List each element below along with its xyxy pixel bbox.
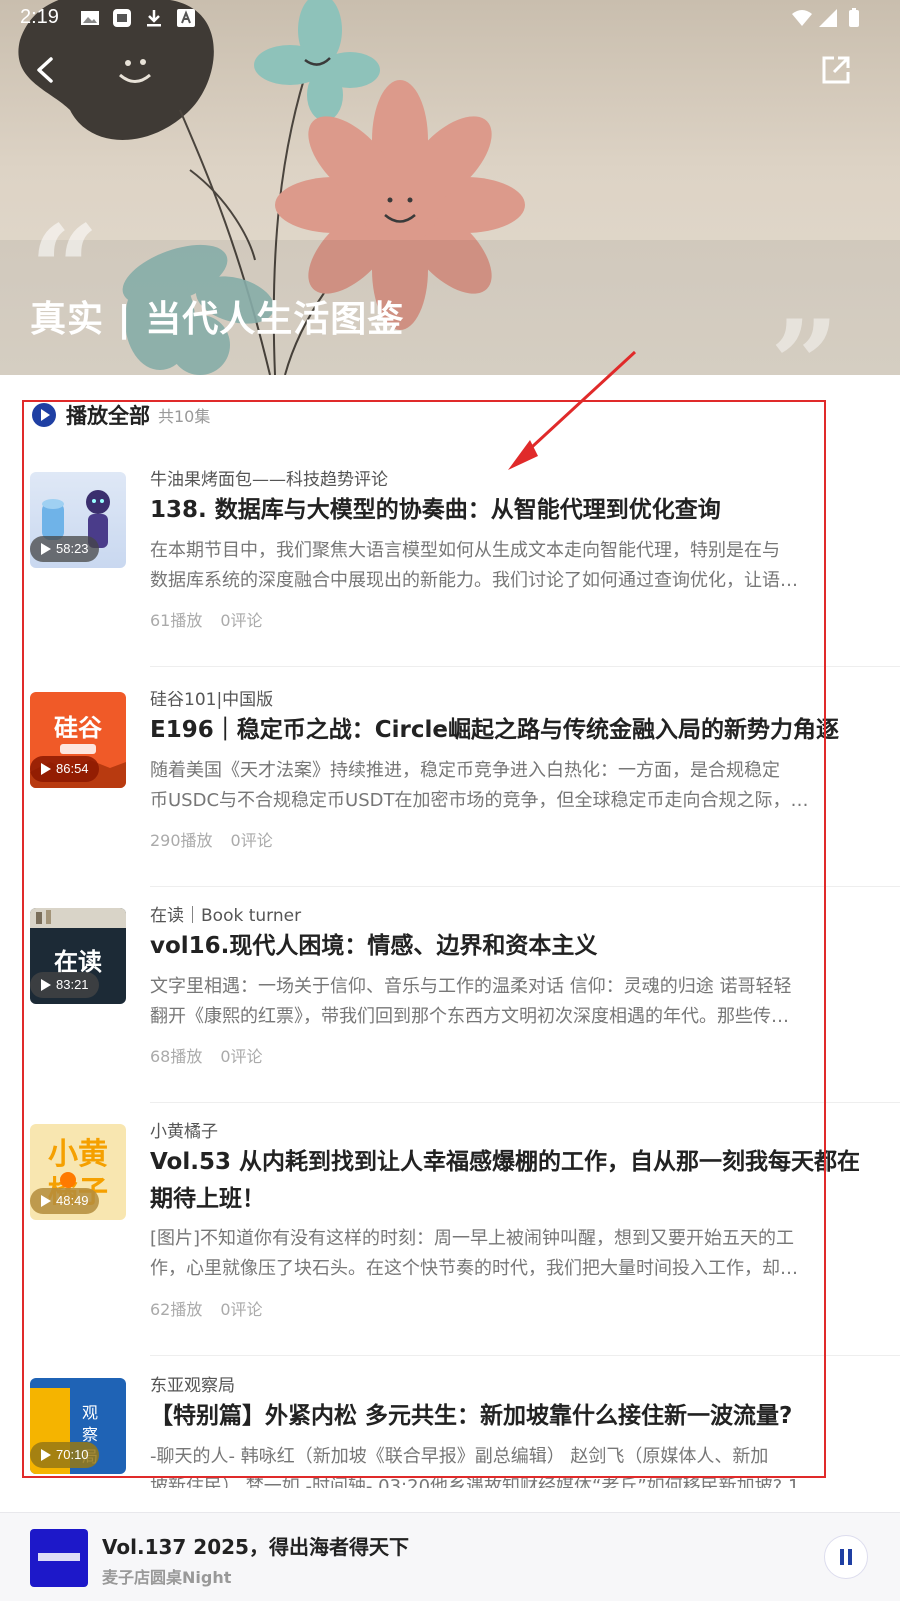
episode-item[interactable]: 58:23 牛油果烤面包——科技趋势评论 138. 数据库与大模型的协奏曲：从智… bbox=[0, 460, 900, 676]
close-quote-icon: ” bbox=[770, 294, 840, 376]
share-button[interactable] bbox=[814, 48, 858, 92]
signal-icon bbox=[819, 9, 837, 27]
divider bbox=[150, 666, 900, 667]
share-icon bbox=[822, 56, 850, 84]
divider bbox=[150, 1102, 900, 1103]
battery-icon bbox=[849, 8, 859, 27]
svg-text:小黄: 小黄 bbox=[48, 1137, 108, 1172]
now-playing-title: Vol.137 2025，得出海者得天下 bbox=[102, 1535, 409, 1559]
episode-stats: 290播放 0评论 bbox=[150, 827, 291, 851]
svg-text:硅谷: 硅谷 bbox=[54, 714, 103, 742]
duration-badge: 86:54 bbox=[30, 756, 99, 782]
back-arrow-icon bbox=[37, 57, 53, 83]
font-icon bbox=[177, 9, 195, 27]
episode-title: E196｜稳定币之战：Circle崛起之路与传统金融入局的新势力角逐 bbox=[150, 717, 839, 743]
mini-player[interactable]: Vol.137 2025，得出海者得天下 麦子店圆桌Night bbox=[0, 1512, 900, 1601]
episode-item[interactable]: 小黄橘子 48:49 小黄橘子 Vol.53 从内耗到找到让人幸福感爆棚的工作，… bbox=[0, 1112, 900, 1366]
episode-source: 东亚观察局 bbox=[150, 1376, 235, 1396]
episode-stats: 62播放 0评论 bbox=[150, 1296, 281, 1320]
episode-item[interactable]: 在读 83:21 在读｜Book turner vol16.现代人困境：情感、边… bbox=[0, 896, 900, 1112]
page-title: 真实 | 当代人生活图鉴 bbox=[30, 299, 405, 340]
divider bbox=[150, 886, 900, 887]
episode-count: 共10集 bbox=[158, 407, 211, 426]
episode-list: 58:23 牛油果烤面包——科技趋势评论 138. 数据库与大模型的协奏曲：从智… bbox=[0, 460, 900, 1488]
status-bar: 2:19 bbox=[0, 0, 900, 36]
episode-description: 随着美国《天才法案》持续推进，稳定币竞争进入白热化：一方面，是合规稳定 币USD… bbox=[150, 760, 809, 811]
duration-badge: 58:23 bbox=[30, 536, 99, 562]
play-all-button[interactable]: 播放全部 共10集 bbox=[32, 400, 210, 430]
header-banner: 2:19 “ ” 真实 | 当代人生活图鉴 bbox=[0, 0, 900, 375]
episode-description: 文字里相遇：一场关于信仰、音乐与工作的温柔对话 信仰：灵魂的归途 诺哥轻轻 翻开… bbox=[150, 976, 792, 1027]
now-playing-cover bbox=[30, 1529, 88, 1587]
episode-source: 牛油果烤面包——科技趋势评论 bbox=[150, 470, 388, 490]
back-button[interactable] bbox=[24, 48, 68, 92]
app-notification-icon bbox=[113, 9, 131, 27]
comment-count: 0评论 bbox=[220, 1300, 263, 1319]
episode-title: Vol.53 从内耗到找到让人幸福感爆棚的工作，自从那一刻我每天都在期待上班！ bbox=[150, 1149, 860, 1212]
episode-description: 在本期节目中，我们聚焦大语言模型如何从生成文本走向智能代理，特别是在与 数据库系… bbox=[150, 540, 798, 591]
comment-count: 0评论 bbox=[220, 1047, 263, 1066]
svg-text:观: 观 bbox=[82, 1403, 98, 1422]
episode-title: 【特别篇】外紧内松 多元共生：新加坡靠什么接住新一波流量? bbox=[150, 1403, 793, 1429]
play-count: 290播放 bbox=[150, 831, 213, 850]
episode-item[interactable]: 观察局 70:10 东亚观察局 【特别篇】外紧内松 多元共生：新加坡靠什么接住新… bbox=[0, 1366, 900, 1516]
status-time: 2:19 bbox=[20, 6, 59, 28]
gallery-icon bbox=[81, 11, 99, 25]
comment-count: 0评论 bbox=[220, 611, 263, 630]
duration-badge: 83:21 bbox=[30, 972, 99, 998]
episode-source: 小黄橘子 bbox=[150, 1122, 218, 1142]
episode-item[interactable]: 硅谷 86:54 硅谷101|中国版 E196｜稳定币之战：Circle崛起之路… bbox=[0, 680, 900, 896]
duration-badge: 48:49 bbox=[30, 1188, 99, 1214]
play-count: 68播放 bbox=[150, 1047, 203, 1066]
play-count: 61播放 bbox=[150, 611, 203, 630]
play-circle-icon bbox=[32, 403, 56, 427]
episode-source: 在读｜Book turner bbox=[150, 906, 302, 926]
divider bbox=[150, 1355, 900, 1356]
play-count: 62播放 bbox=[150, 1300, 203, 1319]
episode-title: vol16.现代人困境：情感、边界和资本主义 bbox=[150, 933, 598, 959]
duration-badge: 70:10 bbox=[30, 1442, 99, 1468]
now-playing-podcast: 麦子店圆桌Night bbox=[102, 1568, 232, 1587]
play-all-label: 播放全部 bbox=[66, 404, 150, 428]
episode-stats: 61播放 0评论 bbox=[150, 607, 281, 631]
episode-source: 硅谷101|中国版 bbox=[150, 690, 274, 710]
episode-description: [图片]不知道你有没有这样的时刻：周一早上被闹钟叫醒，想到又要开始五天的工 作，… bbox=[150, 1228, 798, 1279]
wifi-icon bbox=[792, 10, 812, 26]
download-icon bbox=[147, 10, 161, 27]
comment-count: 0评论 bbox=[230, 831, 273, 850]
pause-button[interactable] bbox=[824, 1535, 868, 1579]
episode-title: 138. 数据库与大模型的协奏曲：从智能代理到优化查询 bbox=[150, 497, 721, 523]
episode-description: -聊天的人- 韩咏红（新加坡《联合早报》副总编辑） 赵剑飞（原媒体人、新加 坡新… bbox=[150, 1446, 800, 1488]
episode-stats: 68播放 0评论 bbox=[150, 1043, 281, 1067]
